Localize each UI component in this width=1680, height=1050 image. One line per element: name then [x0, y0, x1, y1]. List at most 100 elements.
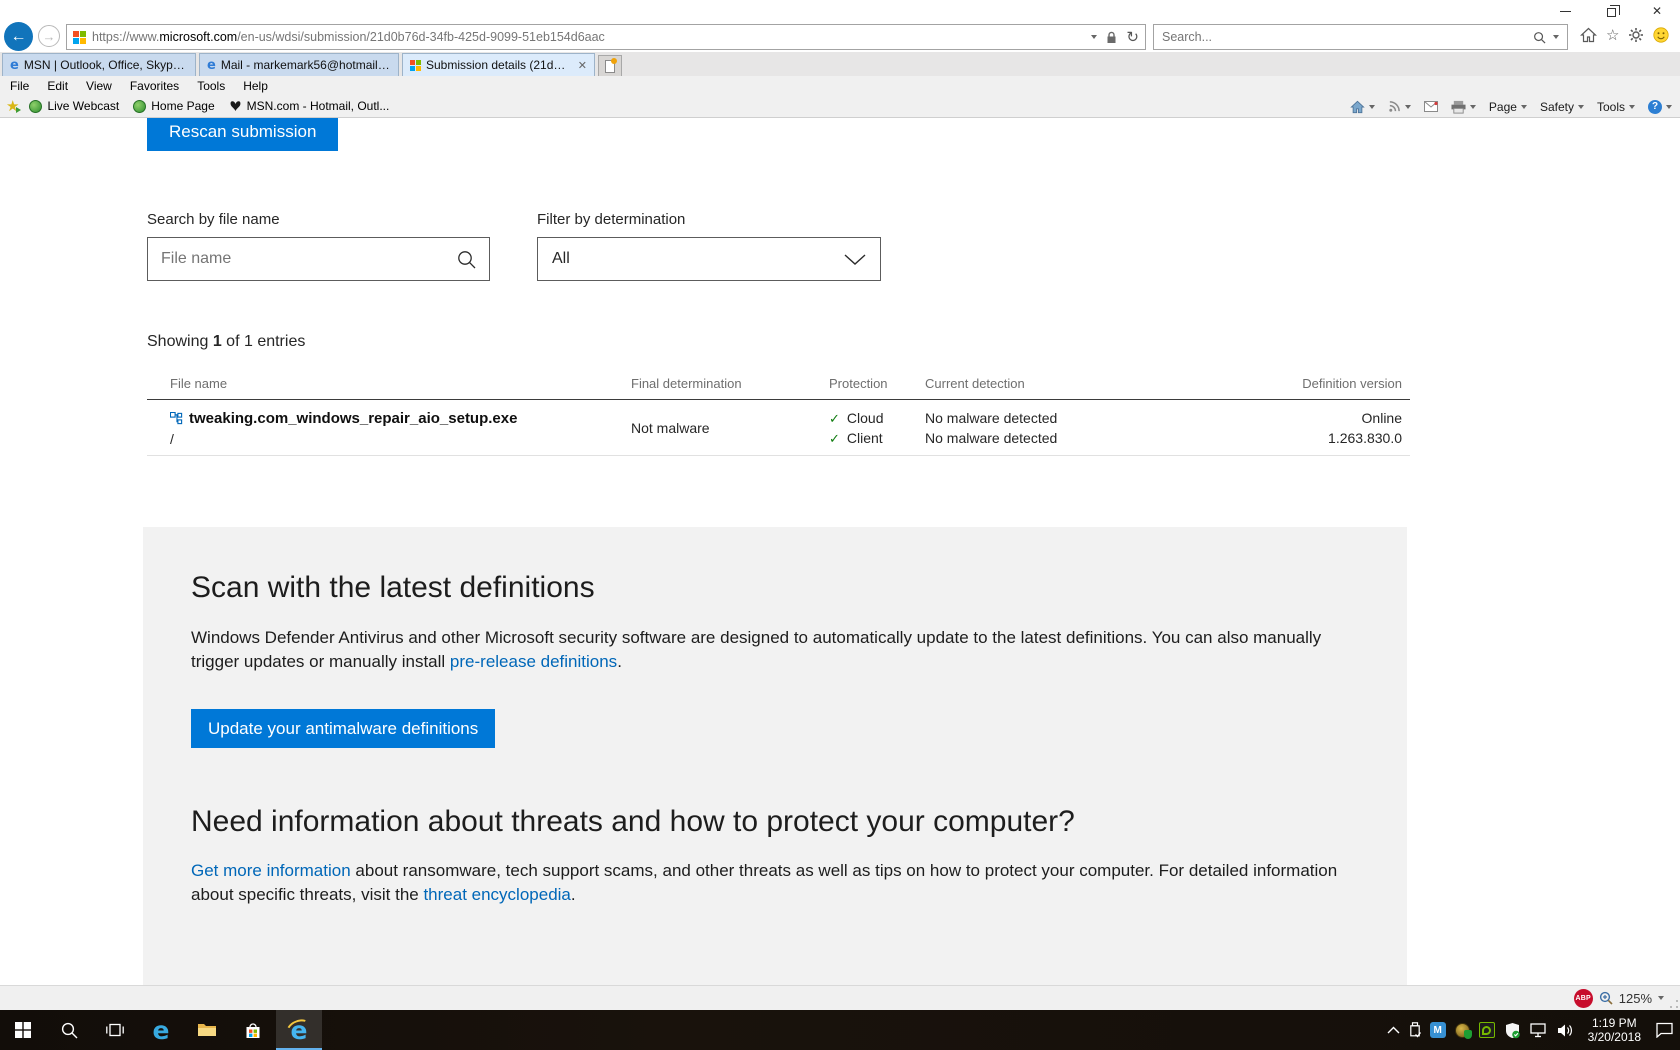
tab-msn[interactable]: e MSN | Outlook, Office, Skype, ... — [2, 53, 196, 76]
file-name-cell[interactable]: tweaking.com_windows_repair_aio_setup.ex… — [170, 410, 517, 427]
determination-filter-dropdown[interactable]: All — [537, 237, 881, 281]
search-icon[interactable] — [1533, 31, 1546, 44]
site-favicon — [73, 31, 86, 44]
malwarebytes-icon[interactable]: M — [1430, 1022, 1446, 1038]
safety-menu-label: Safety — [1540, 100, 1574, 114]
status-bar: ABP 125% — [0, 985, 1680, 1010]
tab-close-icon[interactable]: ✕ — [574, 59, 587, 72]
internet-explorer-button[interactable]: e — [276, 1010, 322, 1050]
back-button[interactable]: ← — [4, 22, 33, 51]
menu-edit[interactable]: Edit — [47, 79, 77, 93]
new-tab-button[interactable] — [598, 55, 622, 76]
definitions-panel: Scan with the latest definitions Windows… — [143, 527, 1407, 985]
file-name-search-field[interactable] — [147, 237, 490, 281]
page-menu-button[interactable]: Page — [1485, 100, 1531, 114]
file-explorer-button[interactable] — [184, 1010, 230, 1050]
menu-file[interactable]: File — [10, 79, 38, 93]
safety-menu-button[interactable]: Safety — [1536, 100, 1588, 114]
resize-grip — [1670, 1000, 1678, 1008]
zoom-magnifier-icon[interactable] — [1599, 991, 1613, 1005]
search-icon[interactable] — [457, 250, 476, 269]
home-icon[interactable] — [1580, 27, 1597, 43]
page-content: Rescan submission Search by file name Fi… — [0, 118, 1680, 985]
network-icon[interactable] — [1530, 1023, 1548, 1038]
address-dropdown-icon[interactable] — [1091, 35, 1097, 39]
submissions-table: File name Final determination Protection… — [147, 368, 1410, 458]
clock-time: 1:19 PM — [1592, 1016, 1637, 1030]
volume-icon[interactable] — [1557, 1023, 1574, 1038]
print-button[interactable] — [1447, 100, 1480, 114]
tab-mail[interactable]: e Mail - markemark56@hotmail.... — [199, 53, 399, 76]
menu-help[interactable]: Help — [243, 79, 277, 93]
minimize-button[interactable] — [1542, 0, 1588, 22]
menu-view[interactable]: View — [86, 79, 121, 93]
favorites-star-icon[interactable]: ☆ — [1606, 28, 1619, 43]
threats-paragraph: Get more information about ransomware, t… — [191, 859, 1381, 907]
restore-button[interactable] — [1588, 0, 1634, 22]
settings-gear-icon[interactable] — [1628, 27, 1644, 43]
search-input[interactable] — [1162, 30, 1526, 44]
detection-cloud-cell: No malware detected — [925, 410, 1057, 426]
home-menu-button[interactable] — [1346, 100, 1379, 114]
col-header-final-determination: Final determination — [631, 376, 742, 391]
rescan-submission-button[interactable]: Rescan submission — [147, 118, 338, 151]
menu-tools[interactable]: Tools — [197, 79, 234, 93]
refresh-icon[interactable]: ↻ — [1126, 30, 1139, 45]
feedback-smiley-icon[interactable] — [1653, 27, 1669, 43]
favorite-label: Home Page — [151, 99, 214, 113]
add-favorite-icon[interactable]: ★ — [6, 99, 19, 114]
url-text[interactable]: https://www.microsoft.com/en-us/wdsi/sub… — [92, 30, 1085, 44]
zoom-level[interactable]: 125% — [1619, 991, 1652, 1006]
col-header-protection: Protection — [829, 376, 888, 391]
nvidia-icon[interactable] — [1479, 1022, 1495, 1038]
definitions-heading: Scan with the latest definitions — [191, 571, 595, 605]
tools-menu-button[interactable]: Tools — [1593, 100, 1639, 114]
threat-encyclopedia-link[interactable]: threat encyclopedia — [423, 885, 570, 904]
help-menu-button[interactable]: ? — [1644, 100, 1676, 114]
favorite-msn[interactable]: MSN.com - Hotmail, Outl... — [225, 99, 394, 113]
back-arrow-icon: ← — [11, 28, 27, 46]
favorite-live-webcast[interactable]: Live Webcast — [25, 99, 123, 113]
get-more-information-link[interactable]: Get more information — [191, 861, 351, 880]
protection-client-cell: ✓Client — [829, 430, 883, 447]
taskbar-search-button[interactable] — [46, 1010, 92, 1050]
chevron-down-icon — [1578, 105, 1584, 109]
favorite-home-page[interactable]: Home Page — [129, 99, 218, 113]
protection-cloud-cell: ✓Cloud — [829, 410, 884, 427]
task-view-button[interactable] — [92, 1010, 138, 1050]
rss-feed-button[interactable] — [1384, 100, 1415, 113]
search-box[interactable] — [1153, 24, 1568, 50]
adblock-plus-icon[interactable]: ABP — [1574, 989, 1593, 1008]
forward-arrow-icon: → — [43, 29, 56, 44]
antimalware-bug-icon[interactable] — [1455, 1023, 1470, 1038]
usb-device-icon[interactable] — [1409, 1022, 1421, 1038]
minimize-icon — [1560, 11, 1571, 12]
ie-swoosh — [283, 1015, 314, 1042]
new-tab-icon — [605, 60, 615, 73]
address-bar[interactable]: https://www.microsoft.com/en-us/wdsi/sub… — [66, 24, 1146, 50]
printer-icon — [1451, 100, 1466, 114]
tools-menu-label: Tools — [1597, 100, 1625, 114]
command-bar: Page Safety Tools ? — [1346, 95, 1676, 118]
search-dropdown-icon[interactable] — [1553, 35, 1559, 39]
filter-label: Filter by determination — [537, 211, 685, 228]
close-button[interactable]: ✕ — [1634, 0, 1680, 22]
menu-favorites[interactable]: Favorites — [130, 79, 188, 93]
tab-submission-details[interactable]: Submission details (21d0b7... ✕ — [402, 53, 595, 76]
window-controls: ✕ — [1542, 0, 1680, 22]
file-name-input[interactable] — [161, 250, 457, 268]
taskbar-clock[interactable]: 1:19 PM 3/20/2018 — [1583, 1016, 1646, 1044]
forward-button[interactable]: → — [38, 25, 60, 47]
system-tray: M 1:19 PM 3/20/2018 — [1387, 1010, 1680, 1050]
read-mail-button[interactable] — [1420, 101, 1442, 112]
microsoft-store-button[interactable] — [230, 1010, 276, 1050]
zoom-dropdown-icon[interactable] — [1658, 996, 1664, 1000]
update-definitions-button[interactable]: Update your antimalware definitions — [191, 709, 495, 748]
windows-defender-icon[interactable] — [1504, 1022, 1521, 1039]
pre-release-definitions-link[interactable]: pre-release definitions — [450, 652, 617, 671]
start-button[interactable] — [0, 1010, 46, 1050]
edge-button[interactable]: e — [138, 1010, 184, 1050]
tray-expand-chevron-icon[interactable] — [1387, 1026, 1400, 1034]
rss-icon — [1388, 100, 1401, 113]
action-center-icon[interactable] — [1655, 1022, 1674, 1038]
